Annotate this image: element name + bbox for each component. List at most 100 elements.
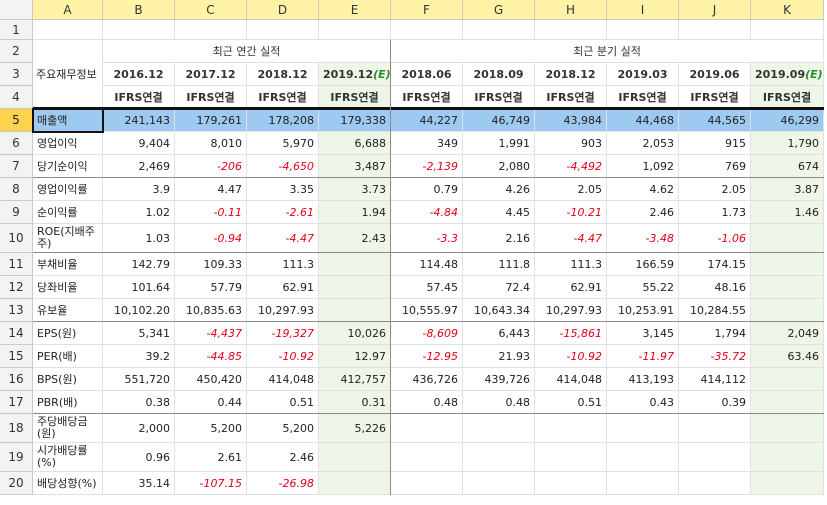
column-header-k[interactable]: K: [751, 0, 824, 20]
data-cell[interactable]: 1,092: [607, 155, 679, 178]
data-cell[interactable]: -4.84: [391, 201, 463, 224]
data-cell[interactable]: -8,609: [391, 322, 463, 345]
row-header-16[interactable]: 16: [0, 368, 33, 391]
grid-cell[interactable]: [751, 20, 824, 40]
data-cell[interactable]: -4,650: [247, 155, 319, 178]
data-cell[interactable]: 1.73: [679, 201, 751, 224]
data-cell[interactable]: 109.33: [175, 253, 247, 276]
data-cell[interactable]: 5,970: [247, 132, 319, 155]
data-cell[interactable]: 1.02: [103, 201, 175, 224]
data-cell[interactable]: 55.22: [607, 276, 679, 299]
data-cell[interactable]: 142.79: [103, 253, 175, 276]
data-cell[interactable]: 39.2: [103, 345, 175, 368]
data-cell[interactable]: [463, 472, 535, 495]
data-cell[interactable]: 4.62: [607, 178, 679, 201]
annual-group-header[interactable]: 최근 연간 실적: [103, 40, 391, 63]
data-cell[interactable]: 915: [679, 132, 751, 155]
row-header-20[interactable]: 20: [0, 472, 33, 495]
data-cell[interactable]: -44.85: [175, 345, 247, 368]
data-cell[interactable]: [751, 253, 824, 276]
data-cell[interactable]: 111.3: [247, 253, 319, 276]
basis-header-k[interactable]: IFRS연결: [751, 86, 824, 109]
row-header-18[interactable]: 18: [0, 414, 33, 443]
data-cell[interactable]: 0.38: [103, 391, 175, 414]
grid-cell[interactable]: [33, 20, 103, 40]
row-header-15[interactable]: 15: [0, 345, 33, 368]
data-cell[interactable]: 57.79: [175, 276, 247, 299]
data-cell[interactable]: 1,991: [463, 132, 535, 155]
data-cell[interactable]: 10,835.63: [175, 299, 247, 322]
basis-header-b[interactable]: IFRS연결: [103, 86, 175, 109]
data-cell[interactable]: 3,145: [607, 322, 679, 345]
data-cell[interactable]: 414,048: [535, 368, 607, 391]
data-cell[interactable]: 21.93: [463, 345, 535, 368]
data-cell[interactable]: 903: [535, 132, 607, 155]
data-cell[interactable]: 436,726: [391, 368, 463, 391]
data-cell[interactable]: [535, 414, 607, 443]
data-cell[interactable]: 2.43: [319, 224, 391, 253]
data-cell[interactable]: [391, 472, 463, 495]
data-cell[interactable]: 0.43: [607, 391, 679, 414]
period-header-e[interactable]: 2019.12(E): [319, 63, 391, 86]
period-header-b[interactable]: 2016.12: [103, 63, 175, 86]
data-cell[interactable]: 63.46: [751, 345, 824, 368]
data-cell[interactable]: [463, 414, 535, 443]
column-header-a[interactable]: A: [33, 0, 103, 20]
basis-header-d[interactable]: IFRS연결: [247, 86, 319, 109]
data-cell[interactable]: -11.97: [607, 345, 679, 368]
row-header-1[interactable]: 1: [0, 20, 33, 40]
data-cell[interactable]: [679, 472, 751, 495]
column-header-h[interactable]: H: [535, 0, 607, 20]
data-cell[interactable]: 412,757: [319, 368, 391, 391]
data-cell[interactable]: -19,327: [247, 322, 319, 345]
data-cell[interactable]: 0.44: [175, 391, 247, 414]
data-cell[interactable]: 44,227: [391, 109, 463, 132]
row-header-14[interactable]: 14: [0, 322, 33, 345]
data-cell[interactable]: 1,794: [679, 322, 751, 345]
data-cell[interactable]: [463, 443, 535, 472]
data-cell[interactable]: [607, 472, 679, 495]
period-header-f[interactable]: 2018.06: [391, 63, 463, 86]
row-label[interactable]: PER(배): [33, 345, 103, 368]
data-cell[interactable]: [391, 443, 463, 472]
data-cell[interactable]: 9,404: [103, 132, 175, 155]
data-cell[interactable]: 0.79: [391, 178, 463, 201]
column-header-i[interactable]: I: [607, 0, 679, 20]
data-cell[interactable]: 3,487: [319, 155, 391, 178]
data-cell[interactable]: -2,139: [391, 155, 463, 178]
period-header-d[interactable]: 2018.12: [247, 63, 319, 86]
data-cell[interactable]: -206: [175, 155, 247, 178]
basis-header-c[interactable]: IFRS연결: [175, 86, 247, 109]
data-cell[interactable]: -10.92: [247, 345, 319, 368]
column-header-e[interactable]: E: [319, 0, 391, 20]
grid-cell[interactable]: [319, 20, 391, 40]
data-cell[interactable]: [679, 414, 751, 443]
data-cell[interactable]: 2,080: [463, 155, 535, 178]
data-cell[interactable]: -3.3: [391, 224, 463, 253]
data-cell[interactable]: [607, 414, 679, 443]
grid-cell[interactable]: [103, 20, 175, 40]
data-cell[interactable]: -15,861: [535, 322, 607, 345]
data-cell[interactable]: [535, 443, 607, 472]
data-cell[interactable]: -107.15: [175, 472, 247, 495]
row-header-2[interactable]: 2: [0, 40, 33, 63]
data-cell[interactable]: 179,338: [319, 109, 391, 132]
data-cell[interactable]: 0.31: [319, 391, 391, 414]
data-cell[interactable]: 3.87: [751, 178, 824, 201]
basis-header-i[interactable]: IFRS연결: [607, 86, 679, 109]
data-cell[interactable]: 10,026: [319, 322, 391, 345]
period-header-j[interactable]: 2019.06: [679, 63, 751, 86]
data-cell[interactable]: [751, 299, 824, 322]
row-header-10[interactable]: 10: [0, 224, 33, 253]
grid-cell[interactable]: [175, 20, 247, 40]
data-cell[interactable]: 111.3: [535, 253, 607, 276]
data-cell[interactable]: 413,193: [607, 368, 679, 391]
row-header-17[interactable]: 17: [0, 391, 33, 414]
row-header-9[interactable]: 9: [0, 201, 33, 224]
row-header-11[interactable]: 11: [0, 253, 33, 276]
data-cell[interactable]: [391, 414, 463, 443]
data-cell[interactable]: 44,565: [679, 109, 751, 132]
data-cell[interactable]: 414,048: [247, 368, 319, 391]
data-cell[interactable]: 0.48: [463, 391, 535, 414]
data-cell[interactable]: [679, 443, 751, 472]
